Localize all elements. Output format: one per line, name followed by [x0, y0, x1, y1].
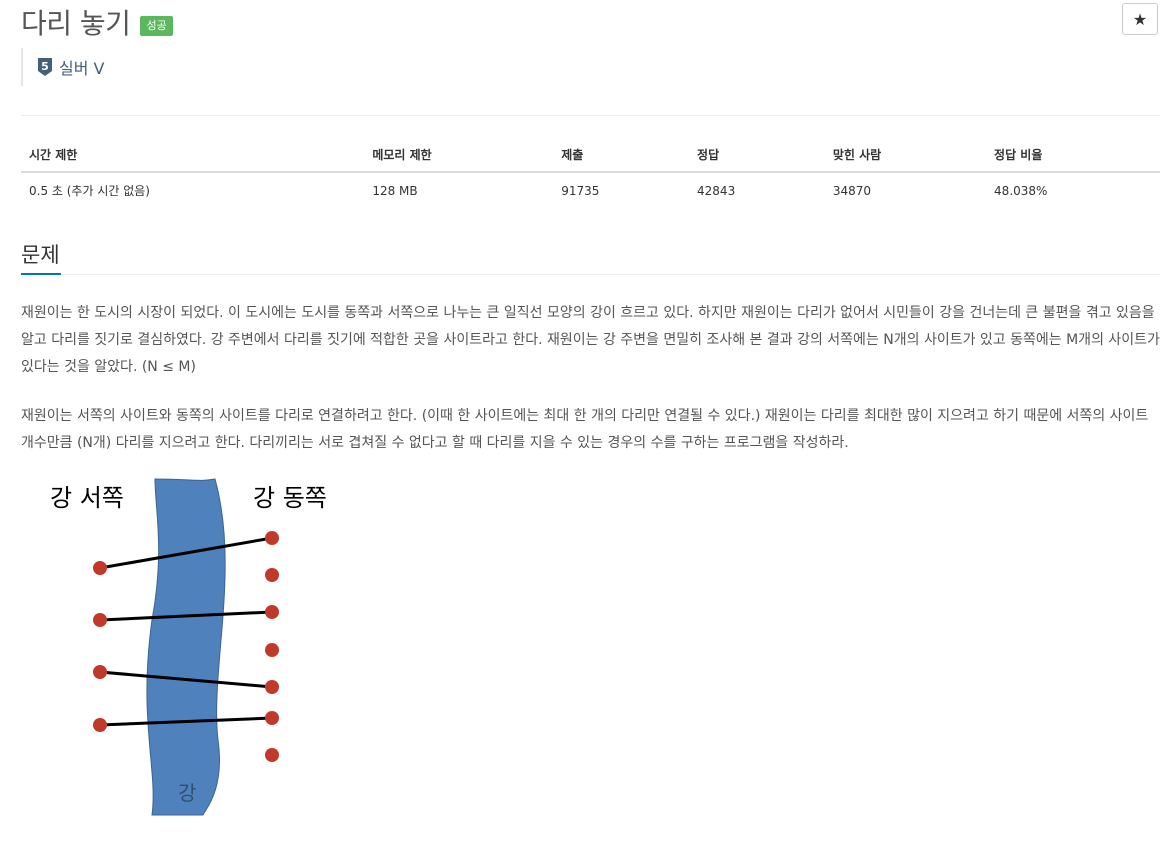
- time-limit-value: 0.5 초 (추가 시간 없음): [29, 184, 150, 198]
- section-underline: [21, 273, 61, 275]
- east-site-dot: [265, 711, 279, 725]
- west-site-dot: [93, 718, 107, 732]
- ratio-value: 48.038%: [994, 183, 1048, 198]
- memory-limit-header: 메모리 제한: [364, 137, 554, 173]
- silver-tier-icon: 5: [38, 58, 52, 76]
- river-label: 강: [178, 781, 196, 805]
- east-bank-label: 강 동쪽: [253, 484, 327, 512]
- bridge-diagram: 강 서쪽 강 동쪽 강: [50, 478, 327, 816]
- table-header-row: 시간 제한 메모리 제한 제출 정답 맞힌 사람 정답 비율: [21, 137, 1160, 173]
- accepted-header: 정답: [689, 137, 825, 173]
- east-site-dot: [265, 680, 279, 694]
- time-limit-header: 시간 제한: [21, 137, 365, 173]
- west-site-dot: [93, 613, 107, 627]
- east-site-dot: [265, 605, 279, 619]
- section-heading: 문제: [21, 243, 60, 267]
- west-site-dot: [93, 665, 107, 679]
- star-button[interactable]: ★: [1122, 3, 1158, 35]
- table-row: 0.5 초 (추가 시간 없음) 128 MB 91735 42843 3487…: [21, 172, 1160, 208]
- problem-title: 다리 놓기: [21, 7, 131, 40]
- east-site-dot: [265, 643, 279, 657]
- submissions-value: 91735: [561, 183, 600, 198]
- solvers-header: 맞힌 사람: [824, 137, 987, 173]
- submissions-header: 제출: [553, 137, 690, 173]
- tier-box: 5 실버 V: [21, 48, 104, 86]
- west-site-dot: [93, 561, 107, 575]
- section-divider: [21, 274, 1160, 275]
- problem-info-table: 시간 제한 메모리 제한 제출 정답 맞힌 사람 정답 비율 0.5 초 (추가…: [21, 137, 1160, 208]
- title-row: 다리 놓기 성공: [21, 2, 173, 42]
- problem-description-paragraph-2: 재원이는 서쪽의 사이트와 동쪽의 사이트를 다리로 연결하려고 한다. (이때…: [21, 408, 1149, 451]
- problem-description-paragraph-1: 재원이는 한 도시의 시장이 되었다. 이 도시에는 도시를 동쪽과 서쪽으로 …: [21, 305, 1160, 375]
- tier-label[interactable]: 실버 V: [59, 55, 104, 79]
- solvers-value: 34870: [832, 183, 871, 198]
- divider: [21, 115, 1160, 116]
- east-site-dot: [265, 568, 279, 582]
- west-bank-label: 강 서쪽: [50, 484, 124, 512]
- accepted-value: 42843: [697, 183, 736, 198]
- river-shape: [146, 478, 226, 816]
- east-site-dot: [265, 748, 279, 762]
- result-badge: 성공: [140, 16, 173, 36]
- east-site-dot: [265, 531, 279, 545]
- ratio-header: 정답 비율: [986, 137, 1160, 173]
- memory-limit-value: 128 MB: [372, 183, 418, 198]
- tier-number: 5: [41, 60, 49, 73]
